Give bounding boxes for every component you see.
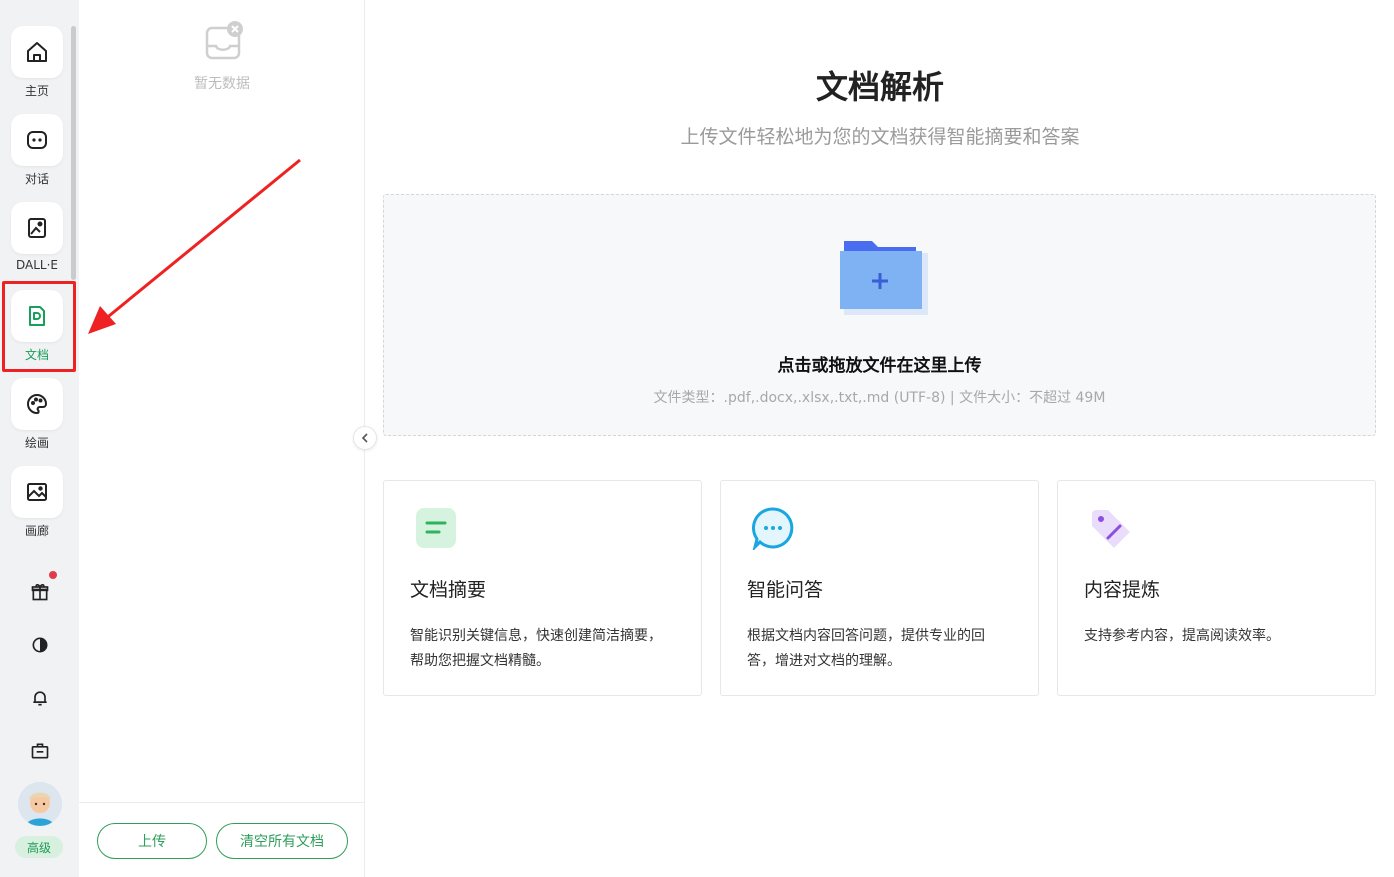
summary-icon <box>414 506 458 550</box>
nav-paint[interactable]: 绘画 <box>0 378 74 462</box>
tag-icon <box>1088 506 1132 550</box>
feature-card-qa: 智能问答 根据文档内容回答问题，提供专业的回答，增进对文档的理解。 <box>720 480 1039 696</box>
card-title: 内容提炼 <box>1084 579 1161 601</box>
image-ai-icon <box>11 202 63 254</box>
feature-card-refine: 内容提炼 支持参考内容，提高阅读效率。 <box>1057 480 1376 696</box>
card-description: 支持参考内容，提高阅读效率。 <box>1084 628 1280 644</box>
card-title: 文档摘要 <box>410 579 487 601</box>
nav-home[interactable]: 主页 <box>0 26 74 110</box>
palette-icon <box>11 378 63 430</box>
nav-chat-label: 对话 <box>24 172 49 186</box>
chat-icon <box>11 114 63 166</box>
nav-gallery[interactable]: 画廊 <box>0 466 74 550</box>
bell-icon[interactable] <box>24 682 56 714</box>
dropzone-title: 点击或拖放文件在这里上传 <box>777 356 982 376</box>
gift-icon[interactable] <box>24 576 56 608</box>
document-list-panel: 暂无数据 上传 清空所有文档 <box>79 0 365 877</box>
empty-state-text: 暂无数据 <box>194 76 250 92</box>
page-subtitle: 上传文件轻松地为您的文档获得智能摘要和答案 <box>680 126 1080 148</box>
feature-card-summary: 文档摘要 智能识别关键信息，快速创建简洁摘要，帮助您把握文档精髓。 <box>383 480 702 696</box>
contrast-icon[interactable] <box>24 629 56 661</box>
qa-chat-icon <box>751 506 795 552</box>
nav-gallery-label: 画廊 <box>24 524 49 538</box>
briefcase-icon[interactable] <box>24 735 56 767</box>
nav-document-label: 文档 <box>24 348 49 362</box>
gallery-icon <box>11 466 63 518</box>
avatar[interactable] <box>18 782 62 826</box>
dropzone-hint: 文件类型：.pdf,.docx,.xlsx,.txt,.md (UTF-8) |… <box>653 390 1106 406</box>
upload-dropzone[interactable]: 点击或拖放文件在这里上传 文件类型：.pdf,.docx,.xlsx,.txt,… <box>383 194 1376 436</box>
chevron-left-icon <box>361 433 368 443</box>
nav-document[interactable]: 文档 <box>0 290 74 374</box>
card-description: 智能识别关键信息，快速创建简洁摘要，帮助您把握文档精髓。 <box>410 628 662 669</box>
nav-paint-label: 绘画 <box>24 436 49 450</box>
empty-inbox-icon <box>203 20 247 62</box>
left-rail: 主页 对话 DALL·E 文档 绘画 画廊 高级 <box>0 0 79 877</box>
page-title: 文档解析 <box>815 68 944 106</box>
nav-dalle-label: DALL·E <box>15 258 58 272</box>
document-icon <box>11 290 63 342</box>
nav-home-label: 主页 <box>24 84 49 98</box>
folder-add-icon <box>834 233 930 321</box>
collapse-panel-button[interactable] <box>353 426 377 450</box>
footer-divider <box>79 802 365 803</box>
nav-dalle[interactable]: DALL·E <box>0 202 74 286</box>
upload-button[interactable]: 上传 <box>97 823 207 859</box>
nav-chat[interactable]: 对话 <box>0 114 74 198</box>
card-title: 智能问答 <box>747 579 824 601</box>
home-icon <box>11 26 63 78</box>
card-description: 根据文档内容回答问题，提供专业的回答，增进对文档的理解。 <box>747 628 985 669</box>
tier-badge: 高级 <box>15 836 63 858</box>
clear-all-documents-button[interactable]: 清空所有文档 <box>216 823 348 859</box>
